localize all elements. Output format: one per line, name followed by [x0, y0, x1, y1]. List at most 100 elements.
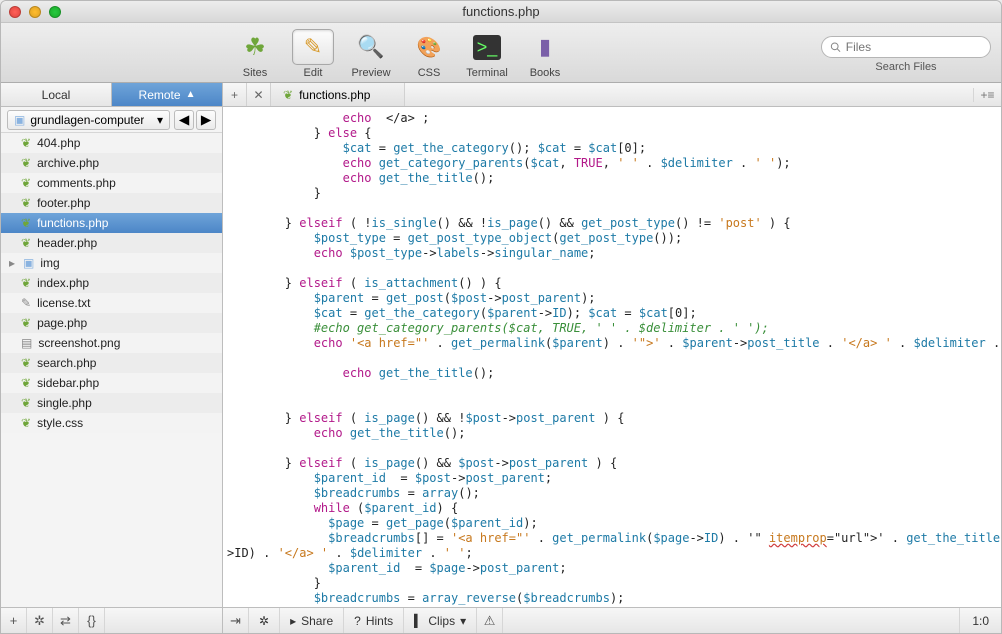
- chevron-down-icon: ▾: [460, 614, 466, 628]
- file-type-icon: ❦: [21, 356, 31, 370]
- file-name: archive.php: [37, 156, 99, 170]
- file-row[interactable]: ❦ page.php: [1, 313, 222, 333]
- status-symbols-button[interactable]: {}: [79, 608, 105, 633]
- tab-overflow-button[interactable]: +≡: [973, 88, 1001, 102]
- file-type-icon: ❦: [21, 416, 31, 430]
- file-name: license.txt: [37, 296, 90, 310]
- search-input[interactable]: [846, 40, 982, 54]
- title-bar: functions.php: [1, 1, 1001, 23]
- file-name: index.php: [37, 276, 89, 290]
- search-icon: [830, 41, 841, 53]
- file-type-icon: ❦: [21, 136, 31, 150]
- pencil-icon: ✎: [304, 34, 322, 60]
- warnings-button[interactable]: ⚠: [477, 608, 503, 633]
- css-button[interactable]: 🎨 CSS: [403, 29, 455, 79]
- status-gear-button[interactable]: ✲: [249, 608, 280, 633]
- file-name: 404.php: [37, 136, 80, 150]
- status-icon: ?: [354, 614, 361, 628]
- folder-icon: ▣: [23, 256, 34, 270]
- toolbar: ☘ Sites ✎ Edit 🔍 Preview 🎨 CSS >_ Termin…: [1, 23, 1001, 83]
- status-icon: ▍: [414, 614, 423, 628]
- status-icon: ⚠: [484, 613, 496, 629]
- file-row[interactable]: ❦ search.php: [1, 353, 222, 373]
- status-bar: +✲⇄{} ⇥ ✲▸Share?Hints▍Clips▾⚠1:0: [1, 607, 1001, 633]
- main-area: ▣ grundlagen-computer ▾ ◀ ▶ ❦ 404.php ❦ arc…: [1, 107, 1001, 607]
- file-row[interactable]: ❦ 404.php: [1, 133, 222, 153]
- chevron-down-icon: ▾: [157, 113, 163, 127]
- tab-functions-php[interactable]: ❦ functions.php: [271, 83, 405, 106]
- code-editor[interactable]: echo </a> ; } else { $cat = get_the_cate…: [223, 107, 1001, 607]
- status-sync-button[interactable]: ⇄: [53, 608, 79, 633]
- file-row[interactable]: ❦ header.php: [1, 233, 222, 253]
- terminal-button[interactable]: >_ Terminal: [461, 29, 513, 79]
- book-icon: ▮: [539, 34, 551, 60]
- edit-button[interactable]: ✎ Edit: [287, 29, 339, 79]
- file-name: comments.php: [37, 176, 116, 190]
- file-type-icon: ❦: [21, 156, 31, 170]
- remote-tab[interactable]: Remote ▲: [112, 83, 223, 106]
- file-row[interactable]: ❦ single.php: [1, 393, 222, 413]
- share-button[interactable]: ▸Share: [280, 608, 344, 633]
- status-icon: ▸: [290, 614, 296, 628]
- file-browser: ▣ grundlagen-computer ▾ ◀ ▶ ❦ 404.php ❦ arc…: [1, 107, 223, 607]
- file-row[interactable]: ✎license.txt: [1, 293, 222, 313]
- search-label: Search Files: [875, 61, 936, 73]
- local-tab[interactable]: Local: [1, 83, 112, 106]
- status-left: +✲⇄{}: [1, 608, 223, 633]
- folder-select[interactable]: ▣ grundlagen-computer ▾: [7, 110, 170, 130]
- status-right: ⇥ ✲▸Share?Hints▍Clips▾ ⚠ 1:0: [223, 608, 1001, 633]
- file-list[interactable]: ❦ 404.php ❦ archive.php ❦ comments.php ❦ footer…: [1, 133, 222, 607]
- file-row[interactable]: ❦ comments.php: [1, 173, 222, 193]
- new-tab-button[interactable]: +: [223, 83, 247, 106]
- file-type-icon: ❦: [21, 276, 31, 290]
- file-row[interactable]: ▸ ▣ img: [1, 253, 222, 273]
- file-name: header.php: [37, 236, 97, 250]
- status-add-button[interactable]: +: [1, 608, 27, 633]
- clips-button[interactable]: ▍Clips▾: [404, 608, 477, 633]
- window: functions.php ☘ Sites ✎ Edit 🔍 Preview 🎨…: [0, 0, 1002, 634]
- books-button[interactable]: ▮ Books: [519, 29, 571, 79]
- folder-icon: ▣: [14, 113, 25, 127]
- file-row[interactable]: ▤screenshot.png: [1, 333, 222, 353]
- window-title: functions.php: [1, 4, 1001, 19]
- hints-button[interactable]: ?Hints: [344, 608, 404, 633]
- file-name: img: [40, 256, 59, 270]
- leaf-icon: ❦: [283, 88, 293, 102]
- file-name: page.php: [37, 316, 87, 330]
- disclosure-triangle-icon[interactable]: ▸: [7, 256, 17, 270]
- file-row[interactable]: ❦ sidebar.php: [1, 373, 222, 393]
- file-name: footer.php: [37, 196, 90, 210]
- close-tab-button[interactable]: ✕: [247, 83, 271, 106]
- leaf-icon: ☘: [244, 33, 266, 62]
- file-type-icon: ❦: [21, 176, 31, 190]
- file-type-icon: ❦: [21, 196, 31, 210]
- file-row[interactable]: ❦ index.php: [1, 273, 222, 293]
- file-type-icon: ❦: [21, 396, 31, 410]
- file-name: single.php: [37, 396, 92, 410]
- file-name: search.php: [37, 356, 96, 370]
- palette-icon: 🎨: [417, 35, 442, 60]
- toolbar-items: ☘ Sites ✎ Edit 🔍 Preview 🎨 CSS >_ Termin…: [229, 29, 571, 79]
- nav-forward-button[interactable]: ▶: [196, 110, 216, 130]
- sites-button[interactable]: ☘ Sites: [229, 29, 281, 79]
- status-actions-button[interactable]: ✲: [27, 608, 53, 633]
- file-type-icon: ❦: [21, 316, 31, 330]
- file-row[interactable]: ❦ functions.php: [1, 213, 222, 233]
- path-row: ▣ grundlagen-computer ▾ ◀ ▶: [1, 107, 222, 133]
- file-name: sidebar.php: [37, 376, 99, 390]
- search-input-wrap[interactable]: [821, 36, 991, 58]
- file-type-icon: ❦: [21, 376, 31, 390]
- file-row[interactable]: ❦ footer.php: [1, 193, 222, 213]
- sort-arrow-icon: ▲: [186, 89, 196, 100]
- status-indent-button[interactable]: ⇥: [223, 608, 249, 633]
- cursor-position: 1:0: [959, 608, 1001, 633]
- file-type-icon: ▤: [21, 336, 32, 350]
- file-name: functions.php: [37, 216, 108, 230]
- file-type-icon: ❦: [21, 236, 31, 250]
- file-row[interactable]: ❦style.css: [1, 413, 222, 433]
- preview-button[interactable]: 🔍 Preview: [345, 29, 397, 79]
- file-row[interactable]: ❦ archive.php: [1, 153, 222, 173]
- nav-back-button[interactable]: ◀: [174, 110, 194, 130]
- terminal-icon: >_: [473, 35, 502, 60]
- file-type-icon: ❦: [21, 216, 31, 230]
